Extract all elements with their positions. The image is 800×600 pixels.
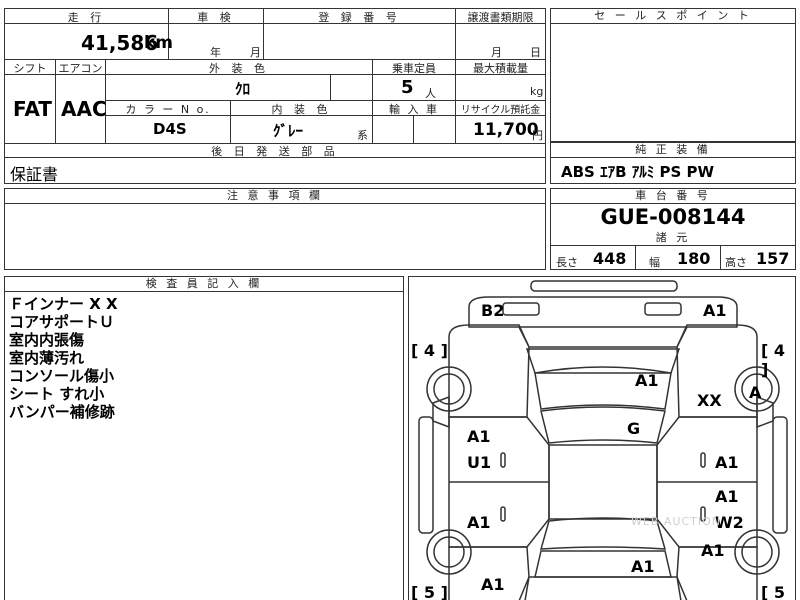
damage-mark: A1 [715, 453, 739, 472]
chassis-label: 車 台 番 号 [551, 189, 795, 204]
capacity-value: 5 [401, 77, 414, 98]
tire-front-right: [ 4 ] [761, 341, 786, 379]
transfer-deadline-label: 譲渡書類期限 [467, 11, 534, 24]
max-load-label: 最大積載量 [473, 62, 528, 75]
watermark: WEB AUCTION [631, 515, 721, 528]
spec-width-label: 幅 [649, 256, 660, 269]
specs-label: 諸 元 [551, 231, 795, 246]
damage-mark: A1 [631, 557, 655, 576]
shift-value: FAT [13, 97, 52, 121]
spec-height-value: 157 [756, 249, 790, 268]
recycle-label: リサイクル預託金 [460, 105, 541, 116]
deadline-month-unit: 月 [491, 46, 502, 59]
vehicle-info-table: 走 行 車 検 登 録 番 号 譲渡書類期限 41,586 km 年 月 月 日… [4, 8, 546, 184]
chassis-value: GUE-008144 [600, 205, 746, 229]
damage-mark: A1 [481, 575, 505, 594]
chassis-box: 車 台 番 号 GUE-008144 諸 元 長さ 448 幅 180 高さ 1… [550, 188, 796, 270]
inspector-line: Ｆインナー X X [9, 295, 118, 313]
inspector-line: コンソール傷小 [9, 367, 115, 385]
sales-point-label: セ ー ル ス ポ イ ン ト [551, 9, 795, 24]
inspector-label: 検 査 員 記 入 欄 [5, 277, 403, 292]
recycle-unit: 円 [532, 129, 543, 142]
color-no-label: カ ラ ー N o. [125, 103, 211, 116]
tire-rear-right: [ 5 ] [761, 583, 786, 600]
spec-height-label: 高さ [725, 256, 747, 269]
inspector-line: バンパー補修跡 [9, 403, 115, 421]
equipment-box: 純 正 装 備 ABS ｴｱB ｱﾙﾐ PS PW [550, 142, 796, 184]
capacity-unit: 人 [425, 87, 436, 100]
damage-mark: A1 [715, 487, 739, 506]
car-diagram-box: [ 4 ] [ 4 ] [ 5 ] [ 5 ] B2 A1 A1 XX A G … [408, 276, 796, 600]
notes-box: 注 意 事 項 欄 [4, 188, 546, 270]
exterior-color-value: ｸﾛ [235, 80, 251, 98]
damage-mark: B2 [481, 301, 505, 320]
interior-color-suffix: 系 [357, 129, 368, 142]
recycle-value: 11,700 [473, 120, 539, 140]
inspector-box: 検 査 員 記 入 欄 Ｆインナー X X コアサポートＵ 室内内張傷 室内薄汚… [4, 276, 404, 600]
tire-front-left: [ 4 ] [411, 341, 448, 360]
inspection-year-unit: 年 [210, 46, 221, 59]
spec-length-value: 448 [593, 249, 627, 268]
color-no-value: D4S [153, 120, 187, 138]
interior-color-value: ｸﾞﾚｰ [273, 122, 304, 140]
mileage-label: 走 行 [67, 11, 106, 24]
shift-label: シフト [13, 62, 47, 75]
spec-width-value: 180 [677, 249, 711, 268]
import-label: 輸 入 車 [389, 103, 439, 116]
damage-mark: U1 [467, 453, 492, 472]
inspection-label: 車 検 [197, 11, 235, 24]
inspection-month-unit: 月 [250, 46, 261, 59]
inspector-line: コアサポートＵ [9, 313, 115, 331]
deadline-day-unit: 日 [530, 46, 541, 59]
damage-mark: A [749, 383, 762, 402]
damage-mark: A1 [635, 371, 659, 390]
damage-mark: G [627, 419, 641, 438]
equipment-value: ABS ｴｱB ｱﾙﾐ PS PW [561, 163, 715, 181]
inspector-line: 室内薄汚れ [9, 349, 85, 367]
aircon-value: AAC [61, 97, 107, 121]
interior-color-label: 内 装 色 [271, 103, 332, 116]
inspector-line: シート すれ小 [9, 385, 105, 403]
later-parts-value: 保証書 [10, 165, 59, 184]
damage-mark: A1 [703, 301, 727, 320]
damage-mark: A1 [701, 541, 725, 560]
sales-point-box: セ ー ル ス ポ イ ン ト [550, 8, 796, 142]
damage-mark: A1 [467, 513, 491, 532]
exterior-color-label: 外 装 色 [209, 62, 269, 75]
tire-rear-left: [ 5 ] [411, 583, 448, 600]
notes-label: 注 意 事 項 欄 [5, 189, 545, 204]
mileage-unit: km [144, 33, 174, 53]
capacity-label: 乗車定員 [392, 62, 436, 75]
later-parts-label: 後 日 発 送 部 品 [211, 145, 339, 158]
damage-mark: A1 [467, 427, 491, 446]
max-load-unit: kg [530, 85, 544, 98]
inspector-line: 室内内張傷 [9, 331, 85, 349]
damage-mark: XX [697, 391, 722, 410]
equipment-label: 純 正 装 備 [551, 143, 795, 158]
registration-label: 登 録 番 号 [318, 11, 401, 24]
spec-length-label: 長さ [556, 256, 578, 269]
aircon-label: エアコン [58, 62, 103, 75]
